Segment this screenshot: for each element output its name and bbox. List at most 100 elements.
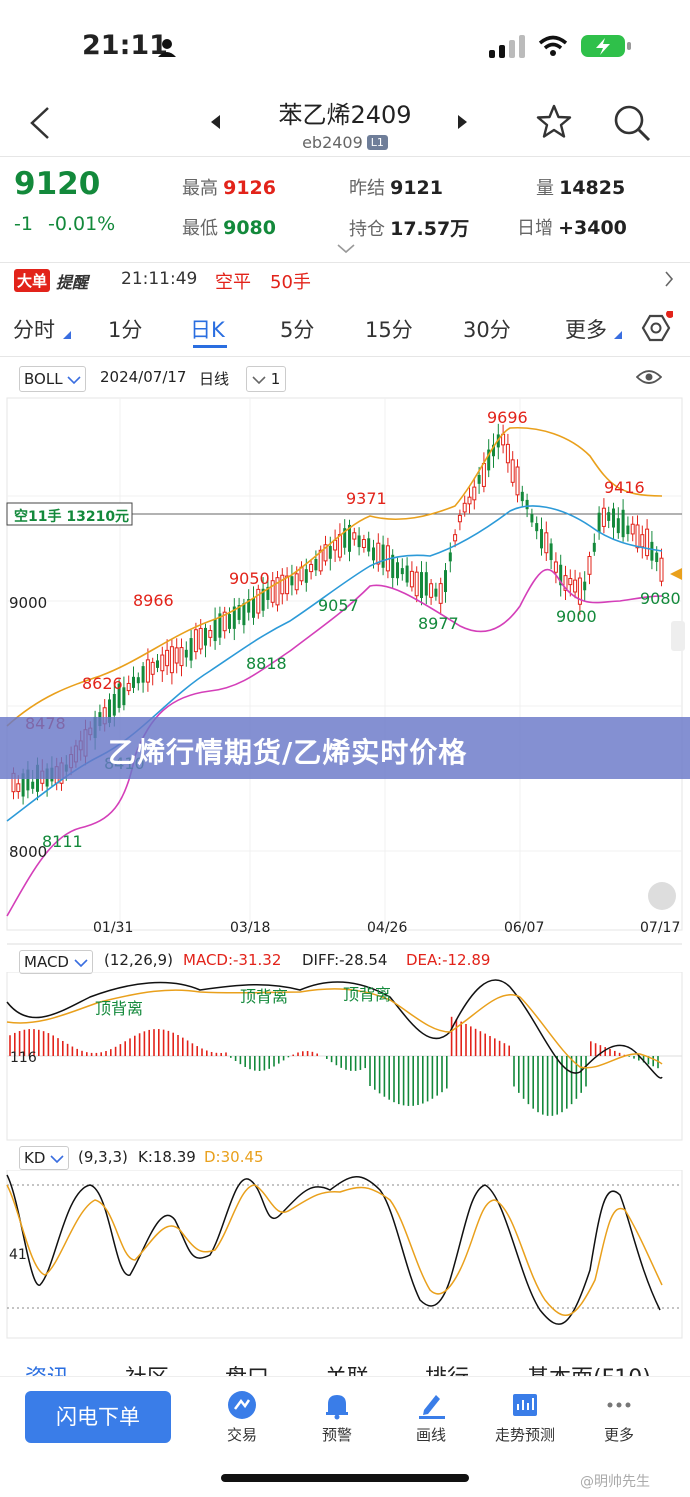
expand-chevron-icon[interactable] (337, 244, 355, 254)
star-icon[interactable] (535, 103, 573, 141)
candle-body (280, 574, 285, 595)
candle-body (453, 534, 458, 542)
nav-trade-label: 交易 (226, 1426, 257, 1444)
candle-body (530, 514, 534, 523)
kd-d: D:30.45 (204, 1148, 264, 1166)
candle-body (376, 542, 381, 565)
quote-daily-increase: 日增 +3400 (517, 214, 627, 240)
kd-select[interactable]: KD (19, 1146, 70, 1170)
y-label-9000: 9000 (9, 594, 48, 612)
candle-body (228, 614, 231, 629)
alert-tag: 大单 (14, 269, 51, 292)
candle-body (457, 514, 462, 523)
tab-5min[interactable]: 5分 (280, 314, 314, 344)
period-tabs: 分时 1分 日K 5分 15分 30分 更多 (0, 300, 690, 356)
x-label-1: 01/31 (93, 920, 134, 936)
tab-15min[interactable]: 15分 (365, 314, 413, 344)
candle-body (357, 535, 361, 548)
candle-body (573, 579, 578, 593)
candle-body (424, 572, 428, 596)
candle-body (438, 583, 443, 604)
macd-diff: DIFF:-28.54 (302, 951, 388, 969)
quote-low: 最低 9080 (182, 214, 276, 240)
banner-text: 乙烯行情期货/乙烯实时价格 (108, 736, 468, 769)
quote-high: 最高 9126 (182, 174, 276, 200)
high-value: 9126 (223, 177, 276, 199)
annot-8818: 8818 (246, 654, 287, 673)
count-label: 1 (270, 370, 281, 388)
candle-body (165, 649, 170, 667)
candle-body (659, 557, 664, 582)
candle-body (141, 666, 145, 683)
indicator-select[interactable]: BOLL (19, 366, 87, 392)
nav-forecast[interactable]: 走势预测 (485, 1390, 565, 1445)
indicator-label: BOLL (24, 370, 63, 388)
candle-body (204, 627, 207, 646)
candle-body (626, 525, 630, 535)
search-icon[interactable] (612, 103, 652, 143)
wifi-icon (538, 35, 568, 56)
candle-body (650, 541, 654, 561)
annot-9696: 9696 (487, 408, 528, 427)
tab-1min[interactable]: 1分 (108, 314, 142, 344)
candle-body (616, 518, 620, 534)
pen-icon (419, 1395, 445, 1419)
candle-body (601, 507, 606, 527)
candle-body (160, 654, 165, 672)
candle-body (122, 687, 126, 706)
annot-8977: 8977 (418, 614, 459, 633)
dropdown-corner-icon-2 (614, 331, 622, 339)
kd-axis-label: 41 (9, 1247, 27, 1263)
candle-body (434, 588, 438, 597)
candle-body (252, 597, 255, 618)
candle-body (352, 532, 357, 540)
eye-icon[interactable] (636, 368, 662, 386)
tab-daily-k[interactable]: 日K (190, 314, 225, 344)
nav-draw-label: 画线 (415, 1426, 446, 1444)
contract-code: eb2409 L1 (0, 133, 690, 152)
candle-body (112, 694, 116, 716)
high-label: 最高 (182, 178, 218, 199)
next-contract-icon[interactable] (455, 114, 469, 130)
person-icon (158, 39, 176, 57)
macd-params: (12,26,9) (104, 951, 173, 969)
flash-order-button[interactable]: 闪电下单 (25, 1391, 171, 1443)
candle-body (242, 603, 246, 626)
battery-icon (581, 35, 631, 57)
tab-fenshi[interactable]: 分时 (13, 314, 55, 344)
big-order-alert[interactable]: 大单 提醒 21:11:49 空平 50手 (0, 263, 690, 299)
contract-code-text: eb2409 (302, 133, 363, 152)
nav-trade[interactable]: 交易 (202, 1390, 282, 1445)
x-label-4: 06/07 (504, 920, 545, 936)
count-select[interactable]: 1 (246, 366, 287, 392)
tab-more[interactable]: 更多 (565, 314, 607, 344)
candle-body (126, 682, 131, 692)
candle-body (208, 630, 213, 638)
candle-body (136, 677, 140, 684)
settings-icon[interactable] (639, 311, 673, 345)
nav-draw[interactable]: 画线 (391, 1390, 471, 1445)
alert-title: 提醒 (56, 273, 89, 292)
candle-body (414, 571, 419, 597)
nav-alert-label: 预警 (321, 1426, 352, 1444)
annot-9057: 9057 (318, 596, 359, 615)
candle-body (179, 647, 184, 667)
macd-value: MACD:-31.32 (183, 951, 282, 969)
candle-body (132, 676, 135, 688)
candle-body (193, 629, 198, 653)
d-line (6, 1184, 663, 1317)
macd-name: MACD (24, 953, 69, 971)
candle-body (304, 569, 308, 583)
nav-alert[interactable]: 预警 (297, 1390, 377, 1445)
candle-body (198, 627, 203, 650)
daily-increase-value: +3400 (558, 217, 627, 239)
candle-body (314, 558, 318, 571)
chart-period: 日线 (199, 370, 230, 388)
macd-select[interactable]: MACD (19, 950, 93, 974)
kd-k: K:18.39 (138, 1148, 196, 1166)
candle-body (621, 509, 625, 538)
active-tab-indicator (193, 345, 227, 348)
nav-more[interactable]: 更多 (579, 1390, 659, 1445)
chevron-down-icon (67, 376, 81, 385)
tab-30min[interactable]: 30分 (463, 314, 511, 344)
